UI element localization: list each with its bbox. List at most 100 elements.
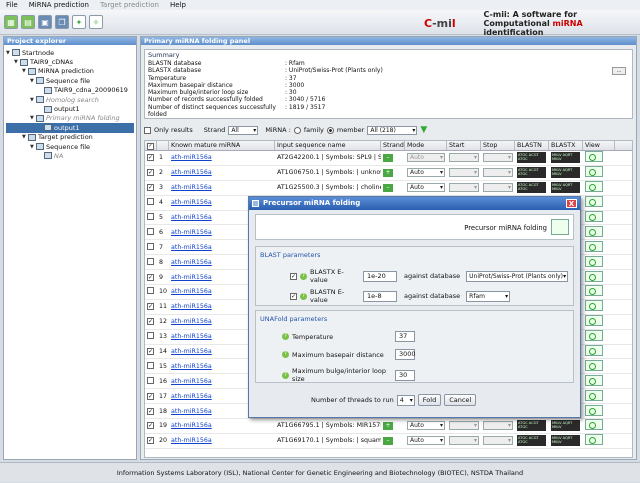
view-structure-icon[interactable] xyxy=(585,345,603,357)
blastn-evalue-input[interactable]: 1e-8 xyxy=(363,290,397,302)
tree-node-na[interactable]: NA xyxy=(6,151,134,160)
summary-more-button[interactable]: ... xyxy=(612,67,626,75)
row-checkbox[interactable]: ✓ xyxy=(147,348,154,356)
mode-select[interactable]: Auto xyxy=(407,168,445,178)
help-icon[interactable]: ? xyxy=(300,292,307,300)
help-icon[interactable]: ? xyxy=(300,272,307,280)
blastn-database-select[interactable]: Rfam xyxy=(466,290,511,302)
menu-mirna-prediction[interactable]: MiRNA prediction xyxy=(29,1,89,9)
tree-node-startnode[interactable]: ▼ Startnode xyxy=(6,48,134,57)
blastx-alignment-icon[interactable]: MKLV AQRT MKLV xyxy=(551,167,580,179)
mature-mirna-link[interactable]: ath-miR156a xyxy=(171,259,212,266)
view-structure-icon[interactable] xyxy=(585,330,603,342)
mature-mirna-link[interactable]: ath-miR156a xyxy=(171,363,212,370)
blastn-alignment-icon[interactable]: ATGC ACGT ATGC xyxy=(517,152,546,164)
row-checkbox[interactable] xyxy=(147,287,154,295)
mature-mirna-link[interactable]: ath-miR156a xyxy=(171,184,212,191)
tree-node-output1-selected[interactable]: output1 xyxy=(6,123,134,133)
view-structure-icon[interactable] xyxy=(585,359,603,371)
row-checkbox[interactable]: ✓ xyxy=(147,169,154,177)
blastx-alignment-icon[interactable]: MKLV AQRT MKLV xyxy=(551,182,580,194)
row-checkbox[interactable]: ✓ xyxy=(147,407,154,415)
stop-spinner[interactable] xyxy=(483,421,513,431)
view-structure-icon[interactable] xyxy=(585,255,603,267)
mature-mirna-link[interactable]: ath-miR156a xyxy=(171,393,212,400)
header-stop[interactable]: Stop xyxy=(481,141,515,150)
only-results-checkbox[interactable] xyxy=(144,126,151,134)
row-checkbox[interactable] xyxy=(147,227,154,235)
prediction-icon[interactable]: ✦ xyxy=(72,15,86,29)
mature-mirna-link[interactable]: ath-miR156a xyxy=(171,348,212,355)
header-strand[interactable]: Strand xyxy=(381,141,405,150)
blastx-alignment-icon[interactable]: MKLV AQRT MKLV xyxy=(551,152,580,164)
view-structure-icon[interactable] xyxy=(585,240,603,252)
mature-mirna-link[interactable]: ath-miR156a xyxy=(171,199,212,206)
blastn-alignment-icon[interactable]: ATGC ACGT ATGC xyxy=(517,167,546,179)
row-checkbox[interactable]: ✓ xyxy=(147,154,154,162)
row-checkbox[interactable]: ✓ xyxy=(147,184,154,192)
member-radio[interactable] xyxy=(326,126,334,134)
blastx-checkbox[interactable]: ✓ xyxy=(290,272,297,280)
row-checkbox[interactable]: ✓ xyxy=(147,273,154,281)
tree-node-sequence-file[interactable]: ▼ Sequence file xyxy=(6,76,134,85)
member-select[interactable]: All (218) xyxy=(367,125,418,135)
mature-mirna-link[interactable]: ath-miR156a xyxy=(171,333,212,340)
header-blastx[interactable]: BLASTX xyxy=(549,141,583,150)
view-structure-icon[interactable] xyxy=(585,404,603,416)
stop-spinner[interactable] xyxy=(483,168,513,178)
view-structure-icon[interactable] xyxy=(585,166,603,178)
header-blastn[interactable]: BLASTN xyxy=(515,141,549,150)
start-spinner[interactable] xyxy=(449,168,479,178)
fold-button[interactable]: Fold xyxy=(417,394,442,406)
header-input-sequence[interactable]: Input sequence name xyxy=(275,141,381,150)
row-checkbox[interactable]: ✓ xyxy=(147,318,154,326)
table-row[interactable]: ✓ 20 ath-miR156a AT1G69170.1 | Symbols: | s… xyxy=(145,434,632,449)
row-checkbox[interactable]: ✓ xyxy=(147,303,154,311)
stop-spinner[interactable] xyxy=(483,436,513,446)
row-checkbox[interactable] xyxy=(147,213,154,220)
row-checkbox[interactable] xyxy=(147,257,154,265)
header-view[interactable]: View xyxy=(583,141,615,150)
view-structure-icon[interactable] xyxy=(585,225,603,237)
table-row[interactable]: ✓ 19 ath-miR156a AT1G66795.1 | Symbols: MIR… xyxy=(145,419,632,434)
header-known-mature[interactable]: Known mature miRNA xyxy=(169,141,275,150)
mature-mirna-link[interactable]: ath-miR156a xyxy=(171,303,212,310)
mature-mirna-link[interactable]: ath-miR156a xyxy=(171,437,212,444)
view-structure-icon[interactable] xyxy=(585,285,603,297)
mature-mirna-link[interactable]: ath-miR156a xyxy=(171,229,212,236)
tree-node-target-prediction[interactable]: ▼ Target prediction xyxy=(6,133,134,142)
row-checkbox[interactable] xyxy=(147,332,154,340)
temperature-input[interactable]: 37 xyxy=(395,331,415,342)
view-structure-icon[interactable] xyxy=(585,434,603,446)
row-checkbox[interactable] xyxy=(147,198,154,206)
dialog-close-button[interactable]: X xyxy=(566,199,577,208)
save-icon[interactable]: ▣ xyxy=(38,15,52,29)
filter-icon[interactable]: ▼ xyxy=(420,125,427,135)
header-select-all[interactable]: ✓ xyxy=(145,141,157,150)
tree-node-output1[interactable]: output1 xyxy=(6,104,134,113)
threads-select[interactable]: 4 xyxy=(396,394,415,406)
view-structure-icon[interactable] xyxy=(585,389,603,401)
start-spinner[interactable] xyxy=(449,153,479,163)
view-structure-icon[interactable] xyxy=(585,270,603,282)
menu-help[interactable]: Help xyxy=(170,1,186,9)
row-checkbox[interactable]: ✓ xyxy=(147,437,154,445)
mature-mirna-link[interactable]: ath-miR156a xyxy=(171,422,212,429)
basepair-input[interactable]: 3000 xyxy=(395,349,416,360)
mature-mirna-link[interactable]: ath-miR156a xyxy=(171,274,212,281)
mode-select[interactable]: Auto xyxy=(407,183,445,193)
help-icon[interactable]: ? xyxy=(282,351,289,358)
view-structure-icon[interactable] xyxy=(585,374,603,386)
blastx-database-select[interactable]: UniProt/Swiss-Prot (Plants only) xyxy=(466,270,569,282)
mode-select[interactable]: Auto xyxy=(407,153,445,163)
stop-spinner[interactable] xyxy=(483,183,513,193)
fold-icon[interactable]: ✧ xyxy=(89,15,103,29)
mature-mirna-link[interactable]: ath-miR156a xyxy=(171,378,212,385)
table-row[interactable]: ✓ 2 ath-miR156a AT1G06750.1 | Symbols: | un… xyxy=(145,166,632,181)
header-start[interactable]: Start xyxy=(447,141,481,150)
header-mode[interactable]: Mode xyxy=(405,141,447,150)
help-icon[interactable]: ? xyxy=(282,371,289,379)
table-row[interactable]: ✓ 1 ath-miR156a AT2G42200.1 | Symbols: SPL9… xyxy=(145,151,632,166)
row-checkbox[interactable]: ✓ xyxy=(147,422,154,430)
open-folder-icon[interactable]: ▤ xyxy=(21,15,35,29)
